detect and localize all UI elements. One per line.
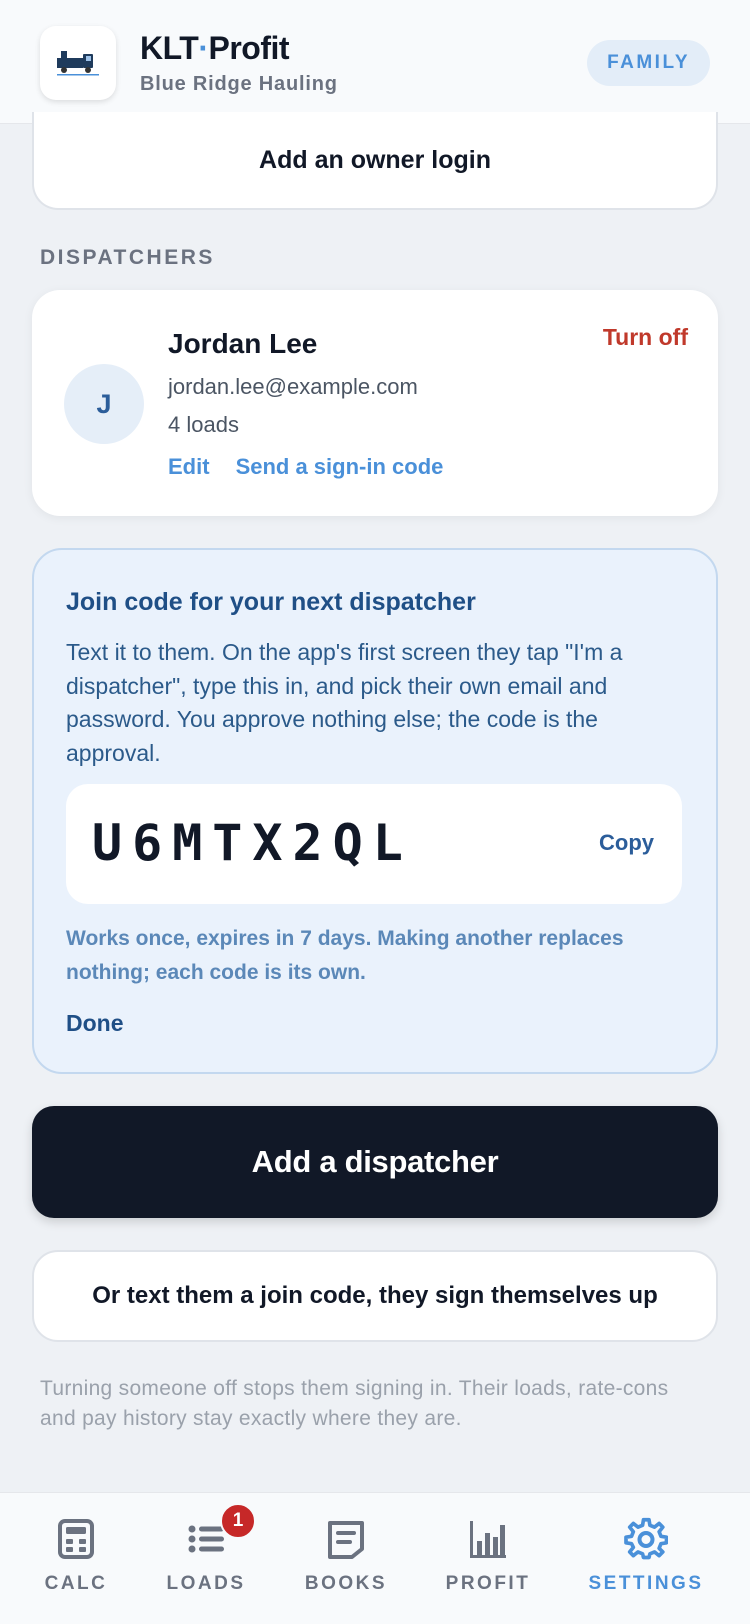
document-icon bbox=[328, 1521, 364, 1559]
tab-loads-label: LOADS bbox=[166, 1573, 246, 1594]
brand-block: KLT·Profit Blue Ridge Hauling bbox=[140, 30, 338, 96]
join-code-title: Join code for your next dispatcher bbox=[66, 588, 476, 616]
edit-dispatcher-link[interactable]: Edit bbox=[168, 454, 210, 480]
add-dispatcher-button[interactable]: Add a dispatcher bbox=[32, 1106, 718, 1218]
add-owner-login-button[interactable]: Add an owner login bbox=[32, 112, 718, 210]
turn-off-footnote: Turning someone off stops them signing i… bbox=[40, 1377, 669, 1430]
plan-badge: FAMILY bbox=[587, 40, 710, 86]
app-header: KLT·Profit Blue Ridge Hauling FAMILY bbox=[0, 0, 750, 124]
loads-badge: 1 bbox=[220, 1503, 256, 1539]
dispatcher-card: J Jordan Lee jordan.lee@example.com 4 lo… bbox=[32, 290, 718, 516]
join-code-panel: Join code for your next dispatcher Text … bbox=[32, 548, 718, 1074]
join-code-value: U6MTX2QL bbox=[92, 814, 413, 872]
tab-profit[interactable]: PROFIT bbox=[418, 1517, 558, 1607]
copy-code-button[interactable]: Copy bbox=[599, 830, 654, 856]
join-code-description: Text it to them. On the app's first scre… bbox=[66, 639, 623, 766]
app-name: KLT·Profit bbox=[140, 30, 338, 67]
company-name: Blue Ridge Hauling bbox=[140, 73, 338, 95]
app-name-dot: · bbox=[198, 30, 209, 66]
bottom-tab-bar: CALC 1 LOADS BOOKS PROFIT SETTINGS bbox=[0, 1492, 750, 1624]
app-name-suffix: Profit bbox=[208, 30, 290, 66]
join-code-note: Works once, expires in 7 days. Making an… bbox=[66, 927, 624, 984]
app-name-prefix: KLT bbox=[140, 30, 199, 66]
text-join-code-button[interactable]: Or text them a join code, they sign them… bbox=[32, 1250, 718, 1342]
dispatcher-email: jordan.lee@example.com bbox=[168, 374, 418, 399]
dispatcher-name: Jordan Lee bbox=[168, 328, 318, 359]
bar-chart-icon bbox=[470, 1521, 506, 1558]
tab-books-label: BOOKS bbox=[304, 1573, 388, 1594]
avatar: J bbox=[64, 364, 144, 444]
tab-settings[interactable]: SETTINGS bbox=[576, 1517, 716, 1607]
tab-loads[interactable]: 1 LOADS bbox=[136, 1503, 276, 1607]
turn-off-dispatcher-button[interactable]: Turn off bbox=[603, 324, 688, 351]
company-logo bbox=[40, 26, 116, 100]
send-sign-in-code-link[interactable]: Send a sign-in code bbox=[236, 454, 444, 480]
truck-logo-icon bbox=[57, 51, 99, 76]
settings-screen: KLT·Profit Blue Ridge Hauling FAMILY Add… bbox=[0, 0, 750, 1624]
gear-icon bbox=[624, 1517, 668, 1560]
dispatchers-section-label: DISPATCHERS bbox=[40, 246, 215, 269]
tab-books[interactable]: BOOKS bbox=[276, 1517, 416, 1607]
join-code-box: U6MTX2QL Copy bbox=[66, 784, 682, 904]
tab-settings-label: SETTINGS bbox=[588, 1573, 704, 1594]
done-button[interactable]: Done bbox=[66, 1010, 124, 1037]
tab-profit-label: PROFIT bbox=[445, 1573, 531, 1594]
dispatcher-load-count: 4 loads bbox=[168, 412, 239, 437]
tab-calc-label: CALC bbox=[44, 1573, 108, 1594]
calculator-icon bbox=[58, 1519, 94, 1559]
tab-calc[interactable]: CALC bbox=[6, 1517, 146, 1607]
dispatcher-actions: Edit Send a sign-in code bbox=[168, 454, 443, 480]
